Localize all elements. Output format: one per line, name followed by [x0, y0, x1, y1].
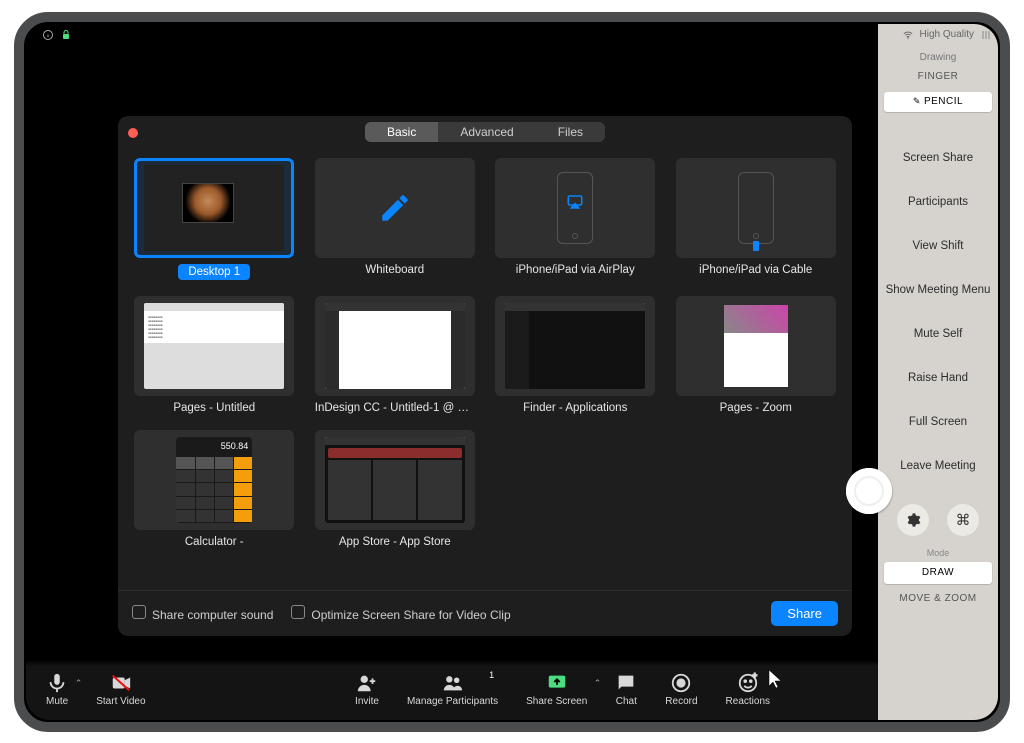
tile-label: Calculator -: [185, 536, 244, 548]
menu-icon[interactable]: [980, 29, 992, 41]
tile-airplay[interactable]: iPhone/iPad via AirPlay: [493, 158, 658, 280]
tab-files[interactable]: Files: [536, 122, 605, 142]
phone-icon: [738, 172, 774, 244]
main-area: Basic Advanced Files Desktop 1: [26, 24, 878, 720]
tile-whiteboard[interactable]: Whiteboard: [313, 158, 478, 280]
chat-button[interactable]: Chat: [615, 672, 637, 707]
tile-label: iPhone/iPad via Cable: [699, 264, 812, 276]
record-button[interactable]: Record: [665, 672, 697, 707]
mode-label: Mode: [878, 548, 998, 558]
tile-indesign[interactable]: InDesign CC - Untitled-1 @ 54% [...: [313, 296, 478, 414]
ipad-frame: Basic Advanced Files Desktop 1: [14, 12, 1010, 732]
chevron-up-icon[interactable]: ⌃: [594, 678, 602, 689]
share-button[interactable]: Share: [771, 601, 838, 626]
sidebar-item-full-screen[interactable]: Full Screen: [878, 400, 998, 444]
tile-label: iPhone/iPad via AirPlay: [516, 264, 635, 276]
sidebar-actions: Screen Share Participants View Shift Sho…: [878, 136, 998, 488]
tile-label: Pages - Zoom: [720, 402, 792, 414]
invite-button[interactable]: Invite: [355, 672, 379, 707]
pencil-button[interactable]: ✎ PENCIL: [884, 92, 992, 112]
pencil-icon: [378, 191, 412, 225]
chat-icon: [615, 672, 637, 694]
tile-label: Pages - Untitled: [173, 402, 255, 414]
gear-icon: [905, 512, 921, 528]
sidebar-status: High Quality: [878, 24, 998, 46]
checkbox-icon: [291, 605, 305, 619]
tile-cable[interactable]: iPhone/iPad via Cable: [674, 158, 839, 280]
participants-count-badge: 1: [489, 670, 494, 680]
meeting-toolbar: Mute ⌃ Start Video Invite 1 Manage Parti…: [26, 660, 878, 720]
checkbox-icon: [132, 605, 146, 619]
settings-button[interactable]: [897, 504, 929, 536]
thumbnail-appstore: [325, 437, 465, 523]
screen: Basic Advanced Files Desktop 1: [26, 24, 998, 720]
command-icon: ⌘: [956, 511, 971, 529]
thumbnail-indesign: [325, 303, 465, 389]
invite-icon: [356, 672, 378, 694]
tile-appstore[interactable]: App Store - App Store: [313, 430, 478, 548]
thumbnail-desktop: [144, 165, 284, 251]
reactions-button[interactable]: + Reactions: [726, 672, 770, 707]
tab-advanced[interactable]: Advanced: [438, 122, 535, 142]
tile-label: InDesign CC - Untitled-1 @ 54% [...: [315, 402, 475, 414]
sidebar-item-mute-self[interactable]: Mute Self: [878, 312, 998, 356]
share-screen-icon: [546, 672, 568, 694]
share-grid: Desktop 1 Whiteboard: [132, 158, 838, 548]
share-screen-button[interactable]: Share Screen ⌃: [526, 672, 587, 707]
panel-footer: Share computer sound Optimize Screen Sha…: [118, 590, 852, 636]
sidebar-item-show-meeting-menu[interactable]: Show Meeting Menu: [878, 268, 998, 312]
panel-header: Basic Advanced Files: [118, 116, 852, 148]
sidebar-item-leave-meeting[interactable]: Leave Meeting: [878, 444, 998, 488]
thumbnail-page: [724, 305, 788, 387]
record-icon: [670, 672, 692, 694]
mode-move-zoom-button[interactable]: MOVE & ZOOM: [884, 588, 992, 610]
participants-icon: [442, 672, 464, 694]
shortcuts-button[interactable]: ⌘: [947, 504, 979, 536]
tile-pages-untitled[interactable]: ■■■■■■■■■■■■■■■■■■■■■■■■■■■■■■■■■■■■■■■■…: [132, 296, 297, 414]
video-off-icon: [110, 672, 132, 694]
phone-icon: [557, 172, 593, 244]
mode-draw-button[interactable]: DRAW: [884, 562, 992, 584]
tile-desktop-1[interactable]: Desktop 1: [132, 158, 297, 280]
tile-label: Finder - Applications: [523, 402, 627, 414]
svg-text:+: +: [752, 672, 756, 680]
cable-icon: [753, 241, 759, 251]
tile-finder[interactable]: Finder - Applications: [493, 296, 658, 414]
lock-icon: [60, 29, 72, 41]
share-screen-panel: Basic Advanced Files Desktop 1: [118, 116, 852, 636]
drawing-label: Drawing: [878, 52, 998, 63]
sidebar-item-screen-share[interactable]: Screen Share: [878, 136, 998, 180]
manage-participants-button[interactable]: 1 Manage Participants: [407, 672, 498, 707]
microphone-icon: [46, 672, 68, 694]
tab-basic[interactable]: Basic: [365, 122, 438, 142]
airplay-icon: [566, 193, 584, 211]
sidebar-item-raise-hand[interactable]: Raise Hand: [878, 356, 998, 400]
reactions-icon: +: [737, 672, 759, 694]
checkbox-optimize-video[interactable]: Optimize Screen Share for Video Clip: [291, 605, 510, 622]
thumbnail-doc: ■■■■■■■■■■■■■■■■■■■■■■■■■■■■■■■■■■■■■■■■…: [144, 303, 284, 389]
wifi-icon: [902, 30, 914, 40]
thumbnail-calculator: 550.84: [176, 437, 252, 523]
sidebar-item-view-shift[interactable]: View Shift: [878, 224, 998, 268]
info-icon: [42, 29, 54, 41]
checkbox-share-sound[interactable]: Share computer sound: [132, 605, 273, 622]
close-icon[interactable]: [128, 128, 138, 138]
status-bar: [26, 24, 878, 46]
chevron-up-icon[interactable]: ⌃: [75, 678, 83, 689]
tile-label: Whiteboard: [365, 264, 424, 276]
share-tabs: Basic Advanced Files: [365, 122, 605, 142]
tile-label: App Store - App Store: [339, 536, 451, 548]
tile-pages-zoom[interactable]: Pages - Zoom: [674, 296, 839, 414]
mute-button[interactable]: Mute ⌃: [46, 672, 68, 707]
finger-button[interactable]: FINGER: [884, 67, 992, 87]
tile-label: Desktop 1: [178, 264, 250, 280]
sidebar-item-participants[interactable]: Participants: [878, 180, 998, 224]
control-sidebar: High Quality Drawing FINGER ✎ PENCIL Scr…: [878, 24, 998, 720]
cursor-icon: [768, 669, 784, 692]
assistive-touch-button[interactable]: [846, 468, 892, 514]
tile-calculator[interactable]: 550.84 Calc: [132, 430, 297, 548]
thumbnail-finder: [505, 303, 645, 389]
start-video-button[interactable]: Start Video: [96, 672, 145, 707]
